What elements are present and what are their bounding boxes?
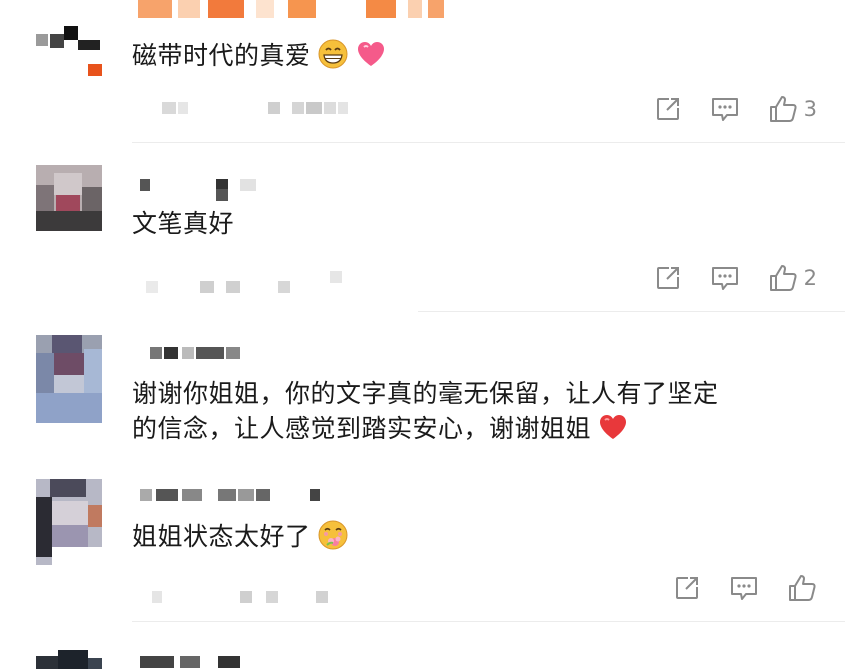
like-button[interactable]: 3 <box>768 94 817 124</box>
thumbs-up-icon <box>769 96 797 122</box>
comment-text: 姐姐状态太好了 <box>132 519 349 554</box>
comment-actions: 3 <box>654 94 817 124</box>
comment-icon[interactable] <box>729 574 759 602</box>
comment-text: 文笔真好 <box>132 209 235 238</box>
comment-item-partial <box>0 640 845 669</box>
comment-item: 谢谢你姐姐，你的文字真的毫无保留，让人有了坚定 的信念，让人感觉到踏实安心，谢谢… <box>0 315 845 465</box>
comment-text: 磁带时代的真爱 <box>132 38 387 73</box>
flower-hug-emoji-icon <box>318 520 348 550</box>
comment-item: 文笔真好 2 <box>0 145 845 315</box>
comment-item: 磁带时代的真爱 3 <box>0 0 845 145</box>
avatar[interactable] <box>36 650 102 669</box>
comment-icon[interactable] <box>710 264 740 292</box>
share-icon[interactable] <box>654 264 682 292</box>
like-count: 3 <box>803 97 817 121</box>
avatar[interactable] <box>36 20 102 86</box>
thumbs-up-icon <box>789 575 816 601</box>
comment-icon[interactable] <box>710 95 740 123</box>
like-button[interactable]: 2 <box>768 263 817 293</box>
like-button[interactable] <box>787 573 817 603</box>
share-icon[interactable] <box>673 574 701 602</box>
heart-emoji-icon <box>357 42 384 66</box>
comment-item: 姐姐状态太好了 <box>0 465 845 625</box>
like-count: 2 <box>803 266 817 290</box>
comment-actions: 2 <box>654 263 817 293</box>
divider <box>418 311 845 312</box>
divider <box>132 142 845 143</box>
comment-text: 谢谢你姐姐，你的文字真的毫无保留，让人有了坚定 的信念，让人感觉到踏实安心，谢谢… <box>132 379 719 443</box>
divider <box>132 621 845 622</box>
comment-actions <box>673 573 817 603</box>
thumbs-up-icon <box>769 265 797 291</box>
share-icon[interactable] <box>654 95 682 123</box>
avatar[interactable] <box>36 335 102 423</box>
avatar[interactable] <box>36 479 102 565</box>
avatar[interactable] <box>36 165 102 231</box>
red-heart-emoji-icon <box>600 415 627 439</box>
grin-emoji-icon <box>318 39 348 69</box>
